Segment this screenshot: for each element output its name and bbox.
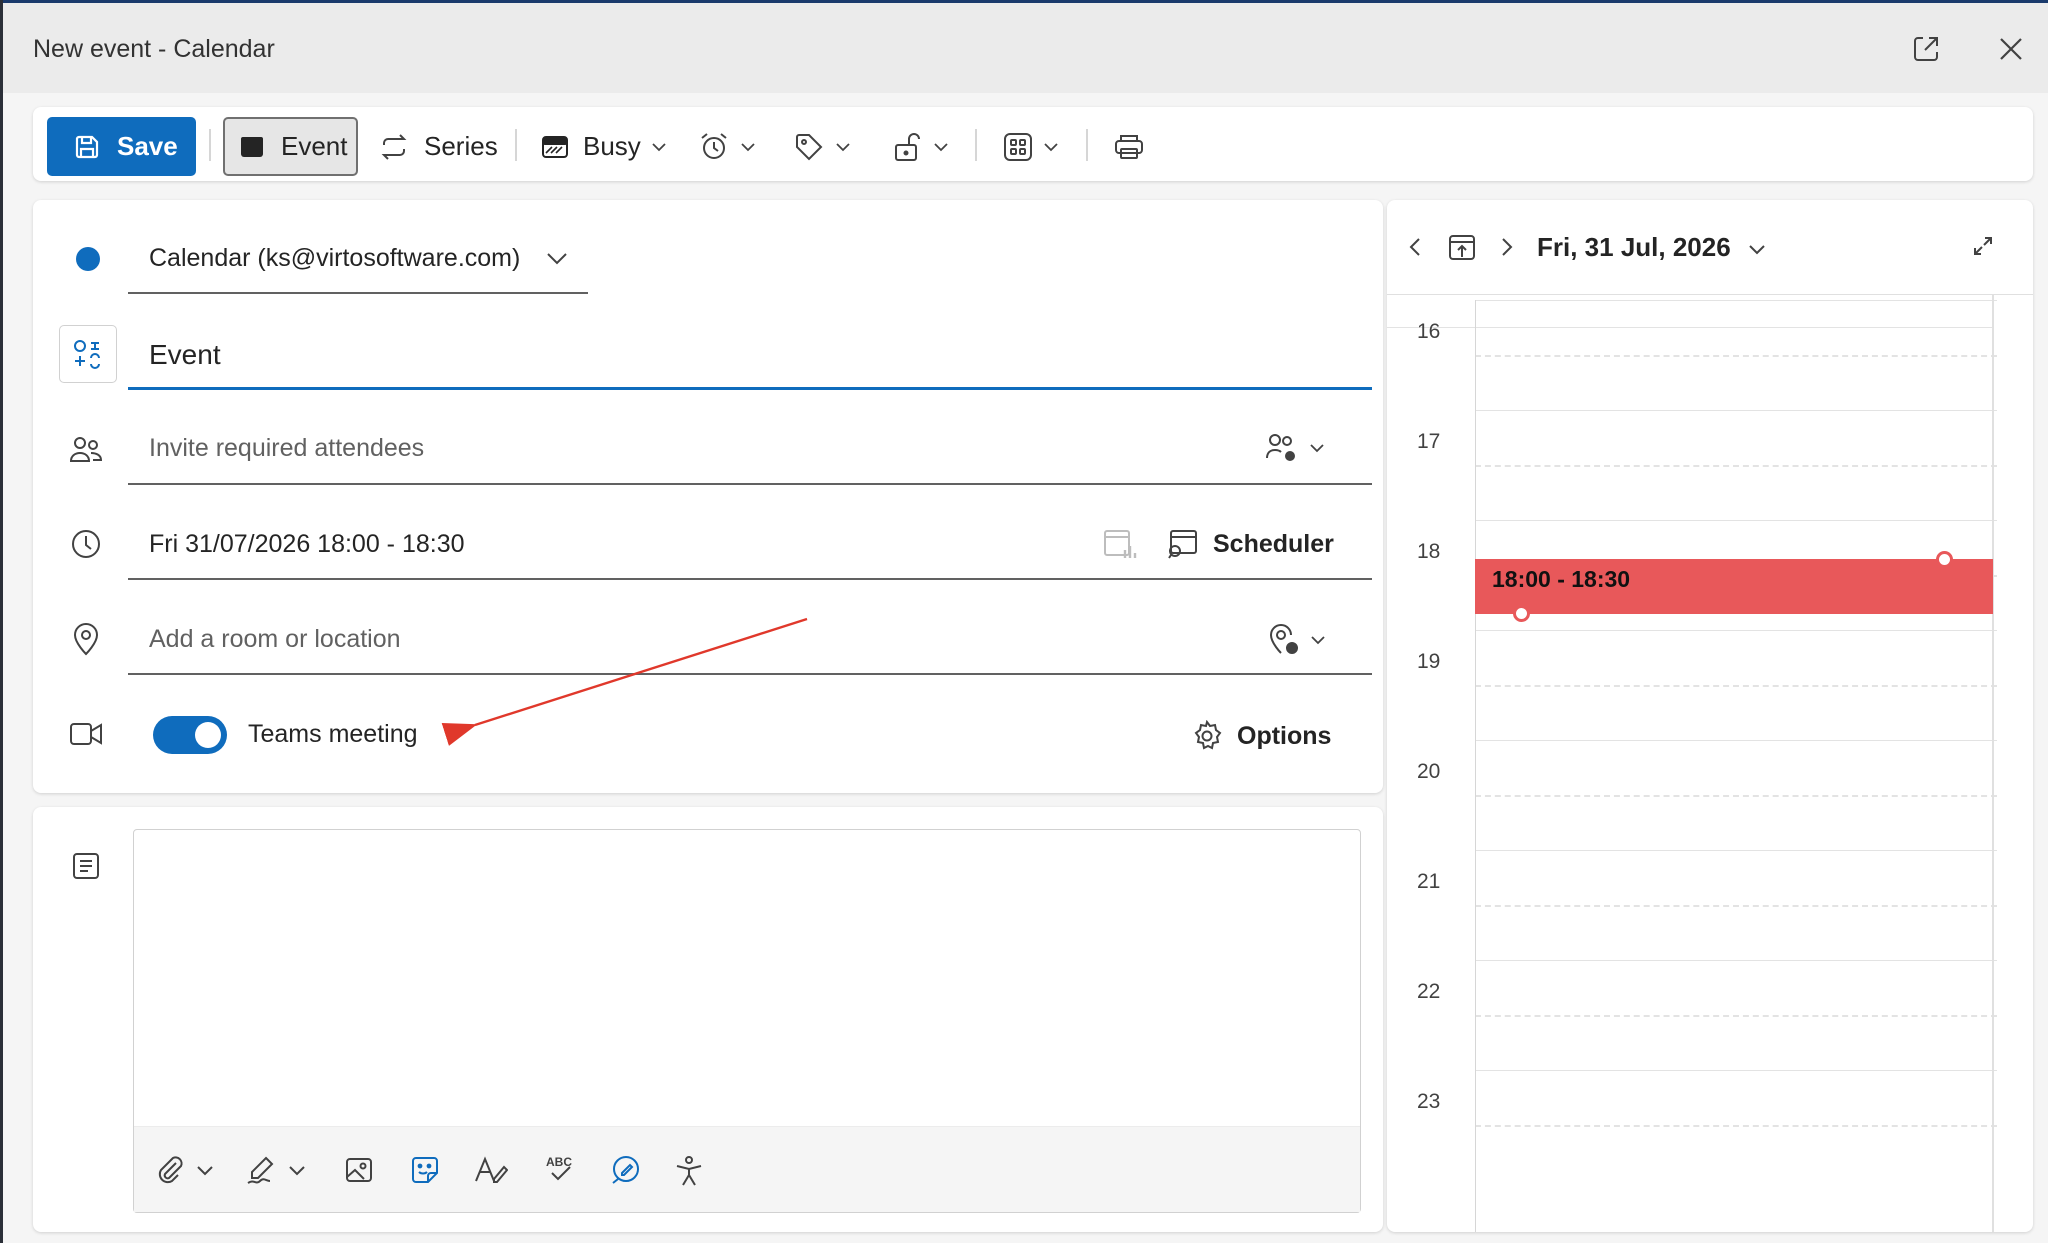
- event-window: New event - Calendar Save Event Series B…: [3, 0, 2048, 1243]
- annotation-arrow: [441, 617, 808, 746]
- annotation-arrow-line: [441, 617, 808, 746]
